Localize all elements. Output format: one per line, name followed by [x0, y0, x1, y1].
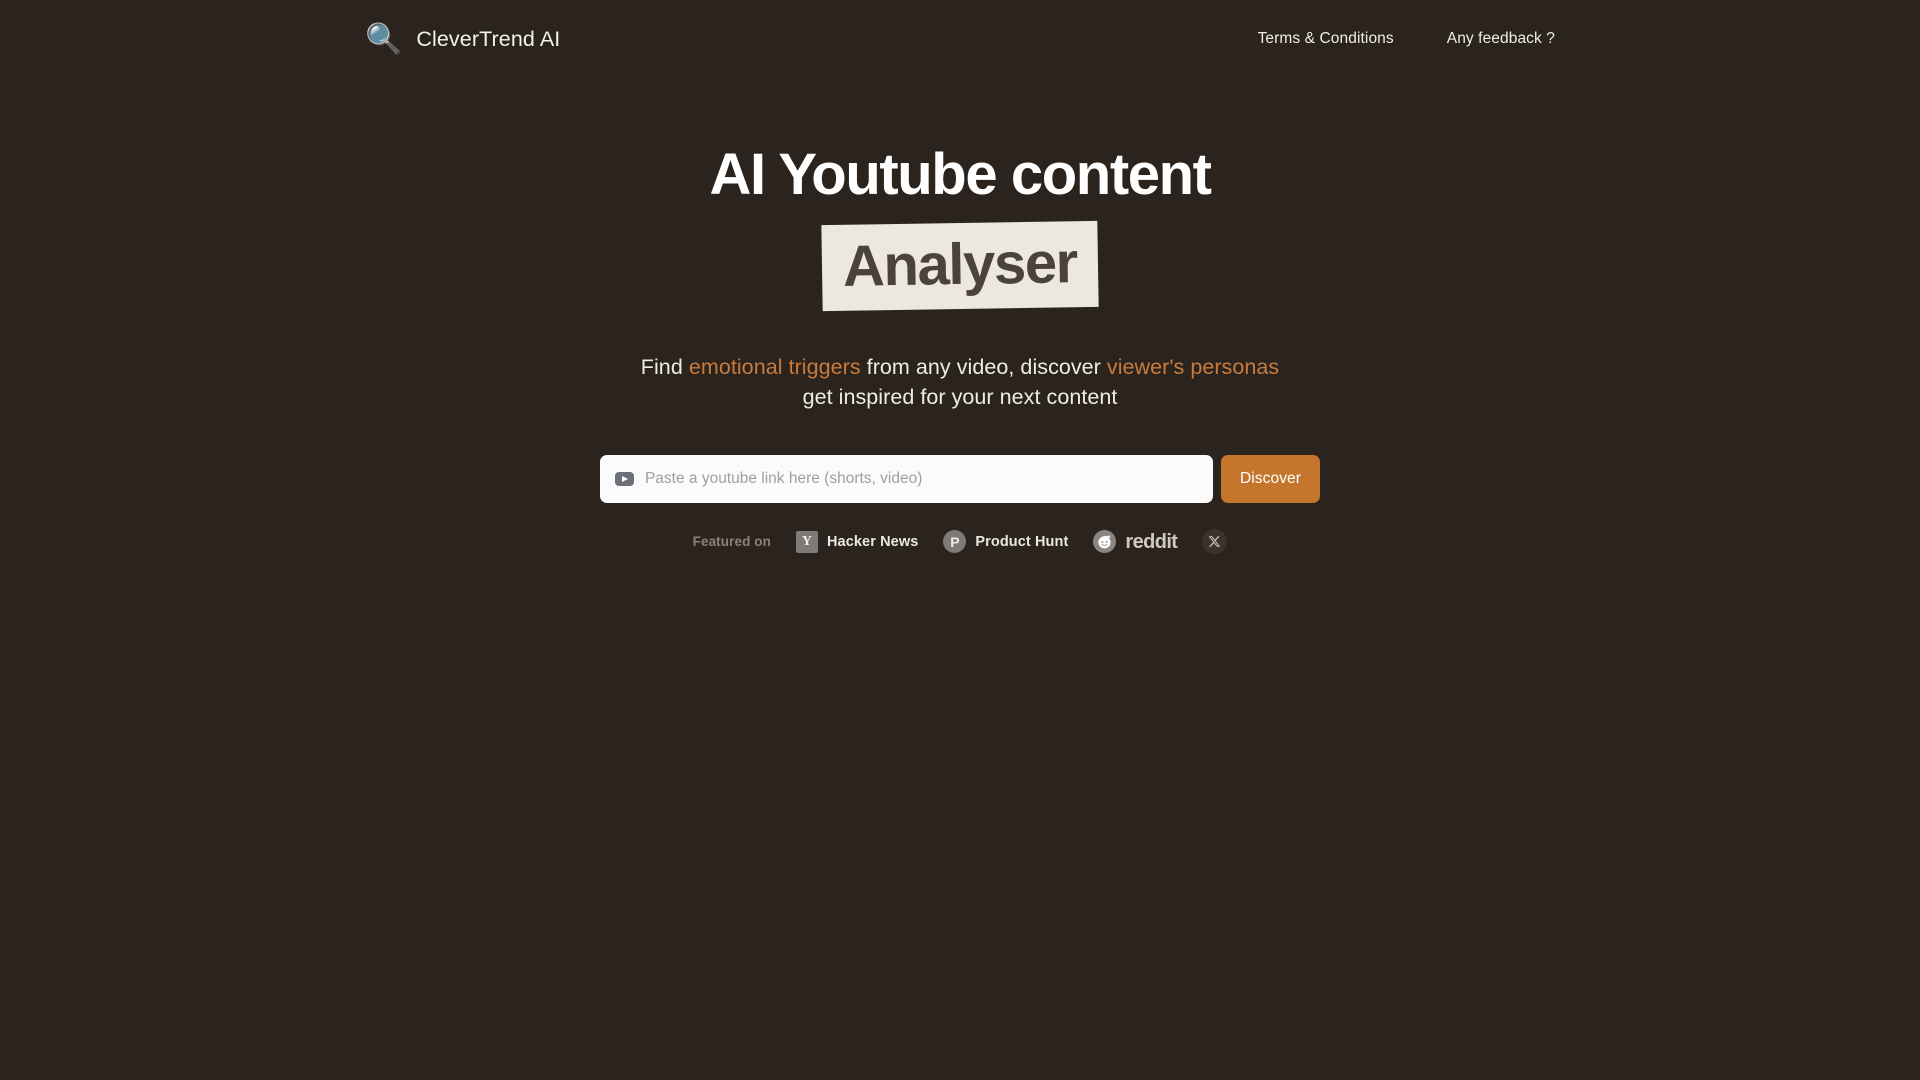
featured-item-hacker-news[interactable]: Y Hacker News [795, 530, 919, 553]
hacker-news-icon: Y [795, 530, 818, 553]
featured-name-product-hunt: Product Hunt [975, 533, 1069, 550]
magnifying-glass-icon: 🔍 [365, 23, 403, 56]
brand-name: CleverTrend AI [416, 26, 561, 51]
subtitle-accent-emotional-triggers: emotional triggers [688, 355, 861, 379]
headline-highlight-analyser: Analyser [821, 220, 1099, 312]
nav-link-terms[interactable]: Terms & Conditions [1258, 30, 1394, 48]
featured-on-label: Featured on [692, 534, 771, 550]
subtitle-part-1: Find [640, 355, 689, 379]
product-hunt-icon: P [943, 530, 967, 554]
page-title: AI Youtube content [709, 142, 1211, 207]
nav-link-feedback[interactable]: Any feedback ? [1447, 30, 1555, 48]
main-nav: Terms & Conditions Any feedback ? [1258, 30, 1555, 48]
youtube-link-input[interactable] [644, 470, 1198, 489]
hero-section: AI Youtube content Analyser Find emotion… [0, 142, 1920, 555]
search-input-wrapper[interactable] [599, 455, 1213, 504]
headline-line-2: Analyser [821, 220, 1099, 312]
reddit-icon [1093, 530, 1117, 554]
subtitle-line-2: get inspired for your next content [802, 384, 1118, 409]
brand-logo-link[interactable]: 🔍 CleverTrend AI [365, 23, 561, 56]
subtitle-accent-viewers-personas: viewer's personas [1106, 355, 1280, 379]
search-row: Discover [599, 455, 1321, 504]
featured-name-hacker-news: Hacker News [826, 533, 919, 550]
site-header: 🔍 CleverTrend AI Terms & Conditions Any … [0, 0, 1920, 78]
youtube-icon [614, 472, 634, 487]
discover-button[interactable]: Discover [1220, 455, 1321, 504]
featured-on-row: Featured on Y Hacker News P Product Hunt [692, 529, 1228, 555]
featured-item-x-twitter[interactable] [1202, 529, 1228, 555]
hero-subtitle: Find emotional triggers from any video, … [641, 353, 1279, 412]
subtitle-part-2: from any video, discover [860, 355, 1107, 379]
featured-item-product-hunt[interactable]: P Product Hunt [943, 530, 1069, 554]
featured-name-reddit: reddit [1125, 530, 1178, 553]
x-twitter-icon [1202, 529, 1228, 555]
featured-item-reddit[interactable]: reddit [1093, 530, 1178, 554]
